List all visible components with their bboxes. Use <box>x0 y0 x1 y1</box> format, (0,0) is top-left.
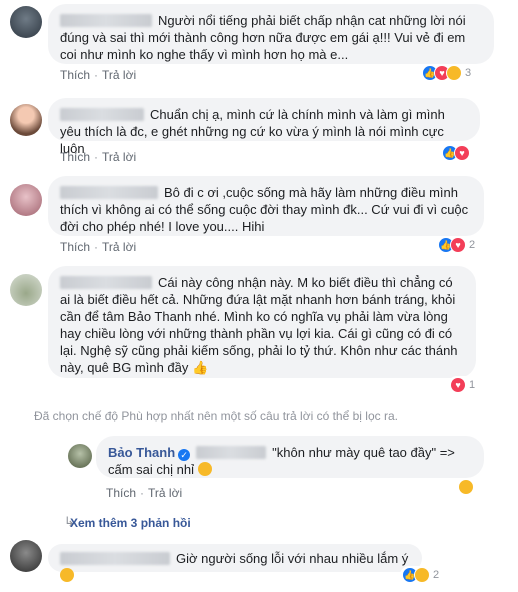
reaction-summary[interactable]: 👍 ♥ 3 <box>420 64 474 82</box>
reaction-count: 1 <box>469 379 476 391</box>
avatar[interactable] <box>10 6 42 38</box>
haha-icon <box>458 479 474 495</box>
laughing-emoji-icon <box>197 462 212 476</box>
commenter-name[interactable] <box>60 552 170 565</box>
avatar[interactable] <box>10 540 42 572</box>
like-button[interactable]: Thích <box>106 486 136 500</box>
reaction-summary[interactable]: 👍 2 <box>400 566 442 584</box>
haha-icon <box>446 65 462 81</box>
reaction-summary[interactable] <box>456 478 476 496</box>
like-button[interactable]: Thích <box>60 150 90 164</box>
reply-author[interactable]: Bảo Thanh <box>108 445 175 460</box>
reply-actions: Thích · Trả lời <box>106 486 183 500</box>
reaction-summary[interactable]: 👍 ♥ <box>440 144 472 162</box>
comment-text: Cái này công nhận này. M ko biết điều th… <box>60 275 458 375</box>
commenter-name[interactable] <box>60 186 158 199</box>
commenter-name[interactable] <box>60 14 152 27</box>
reply-button[interactable]: Trả lời <box>102 240 136 254</box>
reply-bubble: Bảo Thanh ✓ "khôn như mày quê tao đầy" => … <box>96 436 484 478</box>
commenter-name[interactable] <box>60 276 152 289</box>
avatar[interactable] <box>10 104 42 136</box>
like-button[interactable]: Thích <box>60 240 90 254</box>
comment-bubble: Chuẩn chị ạ, mình cứ là chính mình và là… <box>48 98 480 156</box>
reaction-count: 3 <box>465 67 472 79</box>
avatar[interactable] <box>68 444 92 468</box>
heart-icon: ♥ <box>454 145 470 161</box>
verified-icon: ✓ <box>178 449 191 461</box>
avatar[interactable] <box>10 184 42 216</box>
like-button[interactable]: Thích <box>60 68 90 82</box>
reaction-summary[interactable]: 👍 ♥ 2 <box>436 236 478 254</box>
reply-button[interactable]: Trả lời <box>148 486 182 500</box>
comment-bubble: Cái này công nhận này. M ko biết điều th… <box>48 266 476 378</box>
comment-bubble: Bô đi c ơi ,cuộc sống mà hãy làm những đ… <box>48 176 484 236</box>
confounded-emoji-icon <box>60 568 74 582</box>
haha-icon <box>414 567 430 583</box>
avatar[interactable] <box>10 274 42 306</box>
reaction-count: 2 <box>469 239 476 251</box>
commenter-name[interactable] <box>60 108 144 121</box>
reply-button[interactable]: Trả lời <box>102 150 136 164</box>
reply-button[interactable]: Trả lời <box>102 68 136 82</box>
comment-actions: Thích · Trả lời <box>60 240 137 254</box>
mentioned-name[interactable] <box>196 446 267 459</box>
heart-icon: ♥ <box>450 237 466 253</box>
comment-bubble: Giờ người sống lỗi với nhau nhiều lắm ý <box>48 544 422 582</box>
heart-icon: ♥ <box>450 377 466 393</box>
see-more-label[interactable]: Xem thêm 3 phản hồi <box>70 516 191 530</box>
filter-note: Đã chọn chế độ Phù hợp nhất nên một số c… <box>34 409 398 423</box>
comment-text: Giờ người sống lỗi với nhau nhiều lắm ý <box>176 551 409 566</box>
comment-bubble: Người nổi tiếng phải biết chấp nhận cat … <box>48 4 494 64</box>
reaction-count: 2 <box>433 569 440 581</box>
reaction-summary[interactable]: ♥ 1 <box>448 376 478 394</box>
comment-actions: Thích · Trả lời <box>60 150 137 164</box>
thumbs-up-emoji-icon: 👍 <box>192 360 209 375</box>
comment-actions: Thích · Trả lời <box>60 68 137 82</box>
